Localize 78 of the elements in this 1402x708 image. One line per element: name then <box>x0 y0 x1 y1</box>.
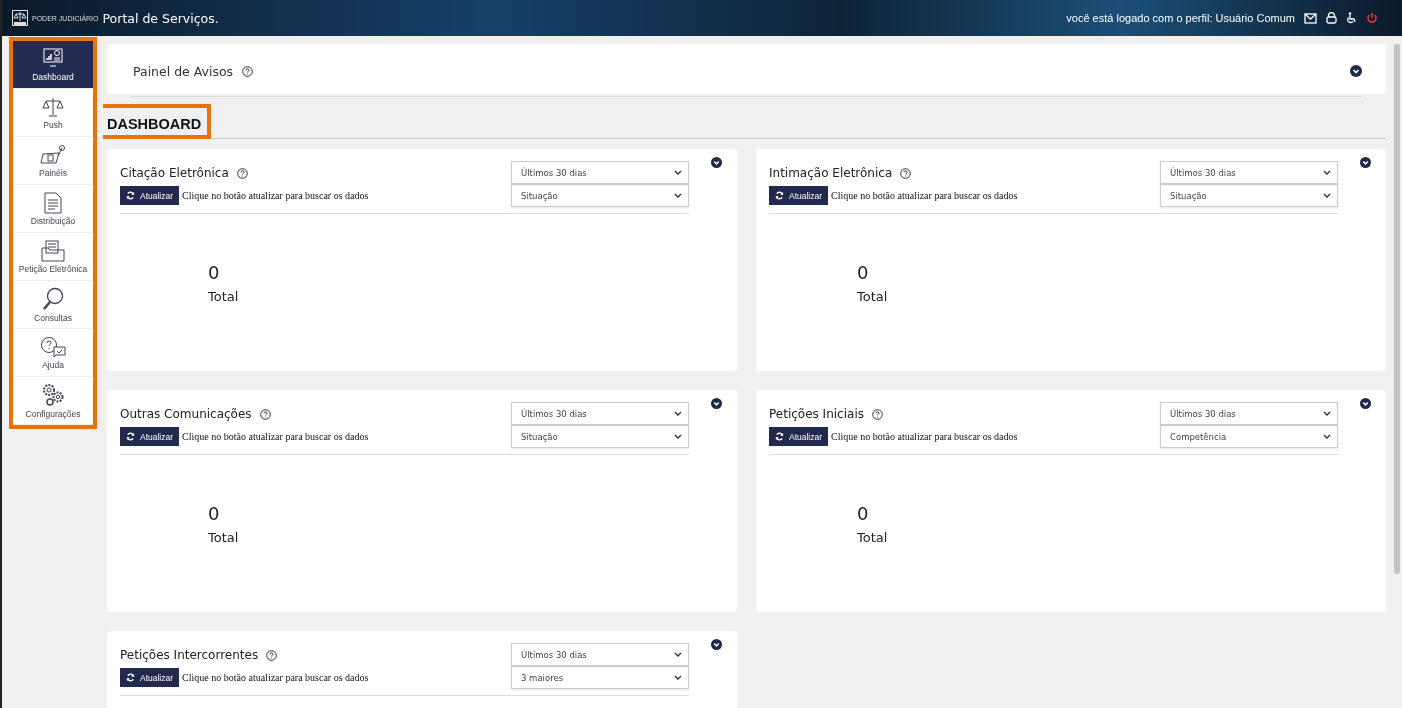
period-dropdown[interactable]: Últimos 30 dias <box>511 402 689 425</box>
document-icon <box>44 191 62 214</box>
refresh-button[interactable]: Atualizar <box>120 186 180 205</box>
panel-board-icon <box>40 143 66 166</box>
refresh-icon <box>126 673 135 682</box>
expand-chevron-icon[interactable] <box>1350 65 1362 77</box>
chart-monitor-icon <box>42 47 64 70</box>
portal-title: Portal de Serviços. <box>102 10 219 26</box>
total-label: Total <box>857 289 889 304</box>
help-icon[interactable] <box>900 167 912 179</box>
notices-title: Painel de Avisos <box>133 63 234 79</box>
total-label: Total <box>857 530 889 545</box>
chevron-down-icon <box>674 193 682 198</box>
accessibility-icon[interactable] <box>1346 12 1357 24</box>
help-chat-icon <box>40 335 66 358</box>
chevron-down-icon <box>1323 411 1331 416</box>
expand-chevron-icon[interactable] <box>711 398 722 409</box>
refresh-button[interactable]: Atualizar <box>120 427 180 446</box>
total-label: Total <box>208 289 240 304</box>
mail-icon[interactable] <box>1304 12 1317 24</box>
folder-document-icon <box>41 239 65 262</box>
help-icon[interactable] <box>236 167 248 179</box>
user-profile-text: você está logado com o perfil: Usuário Comum <box>1066 12 1295 24</box>
help-icon[interactable] <box>871 408 883 420</box>
refresh-hint-text: Clique no botão atualizar para buscar os dados <box>182 431 369 442</box>
card-title: Petições Iniciais <box>769 407 864 421</box>
filter-dropdown[interactable]: Situação <box>511 184 689 207</box>
scales-logo-icon <box>12 10 28 26</box>
chevron-down-icon <box>1323 434 1331 439</box>
filter-dropdown[interactable]: 3 maiores <box>511 666 689 689</box>
dashboard-heading: DASHBOARD <box>103 104 212 139</box>
refresh-icon <box>126 432 135 441</box>
period-dropdown[interactable]: Últimos 30 dias <box>511 161 689 184</box>
gears-icon <box>41 382 65 407</box>
refresh-hint-text: Clique no botão atualizar para buscar os dados <box>182 190 369 201</box>
period-dropdown[interactable]: Últimos 30 dias <box>511 643 689 666</box>
refresh-button[interactable]: Atualizar <box>769 186 829 205</box>
period-dropdown[interactable]: Últimos 30 dias <box>1160 161 1338 184</box>
total-count: 0 <box>208 503 221 524</box>
refresh-button[interactable]: Atualizar <box>120 668 180 687</box>
chevron-down-icon <box>674 652 682 657</box>
chevron-down-icon <box>674 434 682 439</box>
card-title: Citação Eletrônica <box>120 166 229 180</box>
card-title: Petições Intercorrentes <box>120 648 259 662</box>
refresh-hint-text: Clique no botão atualizar para buscar os dados <box>182 672 369 683</box>
chevron-down-icon <box>674 170 682 175</box>
expand-chevron-icon[interactable] <box>1360 398 1371 409</box>
period-dropdown[interactable]: Últimos 30 dias <box>1160 402 1338 425</box>
chevron-down-icon <box>1323 170 1331 175</box>
help-icon[interactable] <box>242 65 254 77</box>
help-icon[interactable] <box>266 649 278 661</box>
chevron-down-icon <box>1323 193 1331 198</box>
scales-icon <box>42 95 64 118</box>
total-label: Total <box>208 530 240 545</box>
filter-dropdown[interactable]: Situação <box>511 425 689 448</box>
filter-dropdown[interactable]: Competência <box>1160 425 1338 448</box>
expand-chevron-icon[interactable] <box>711 639 722 650</box>
search-icon <box>42 286 64 311</box>
help-icon[interactable] <box>259 408 271 420</box>
refresh-icon <box>126 191 135 200</box>
card-title: Intimação Eletrônica <box>769 166 893 180</box>
card-title: Outras Comunicações <box>120 407 252 421</box>
sidebar-item[interactable]: Dashboard <box>13 41 93 89</box>
chevron-down-icon <box>674 675 682 680</box>
expand-chevron-icon[interactable] <box>711 157 722 168</box>
filter-dropdown[interactable]: Situação <box>1160 184 1338 207</box>
refresh-hint-text: Clique no botão atualizar para buscar os dados <box>831 190 1018 201</box>
total-count: 0 <box>857 262 870 283</box>
total-count: 0 <box>208 262 221 283</box>
refresh-hint-text: Clique no botão atualizar para buscar os dados <box>831 431 1018 442</box>
chevron-down-icon <box>674 411 682 416</box>
total-count: 0 <box>857 503 870 524</box>
refresh-button[interactable]: Atualizar <box>769 427 829 446</box>
lock-icon[interactable] <box>1326 12 1337 24</box>
expand-chevron-icon[interactable] <box>1360 157 1371 168</box>
refresh-icon <box>775 191 784 200</box>
power-icon[interactable] <box>1366 12 1378 24</box>
refresh-icon <box>775 432 784 441</box>
